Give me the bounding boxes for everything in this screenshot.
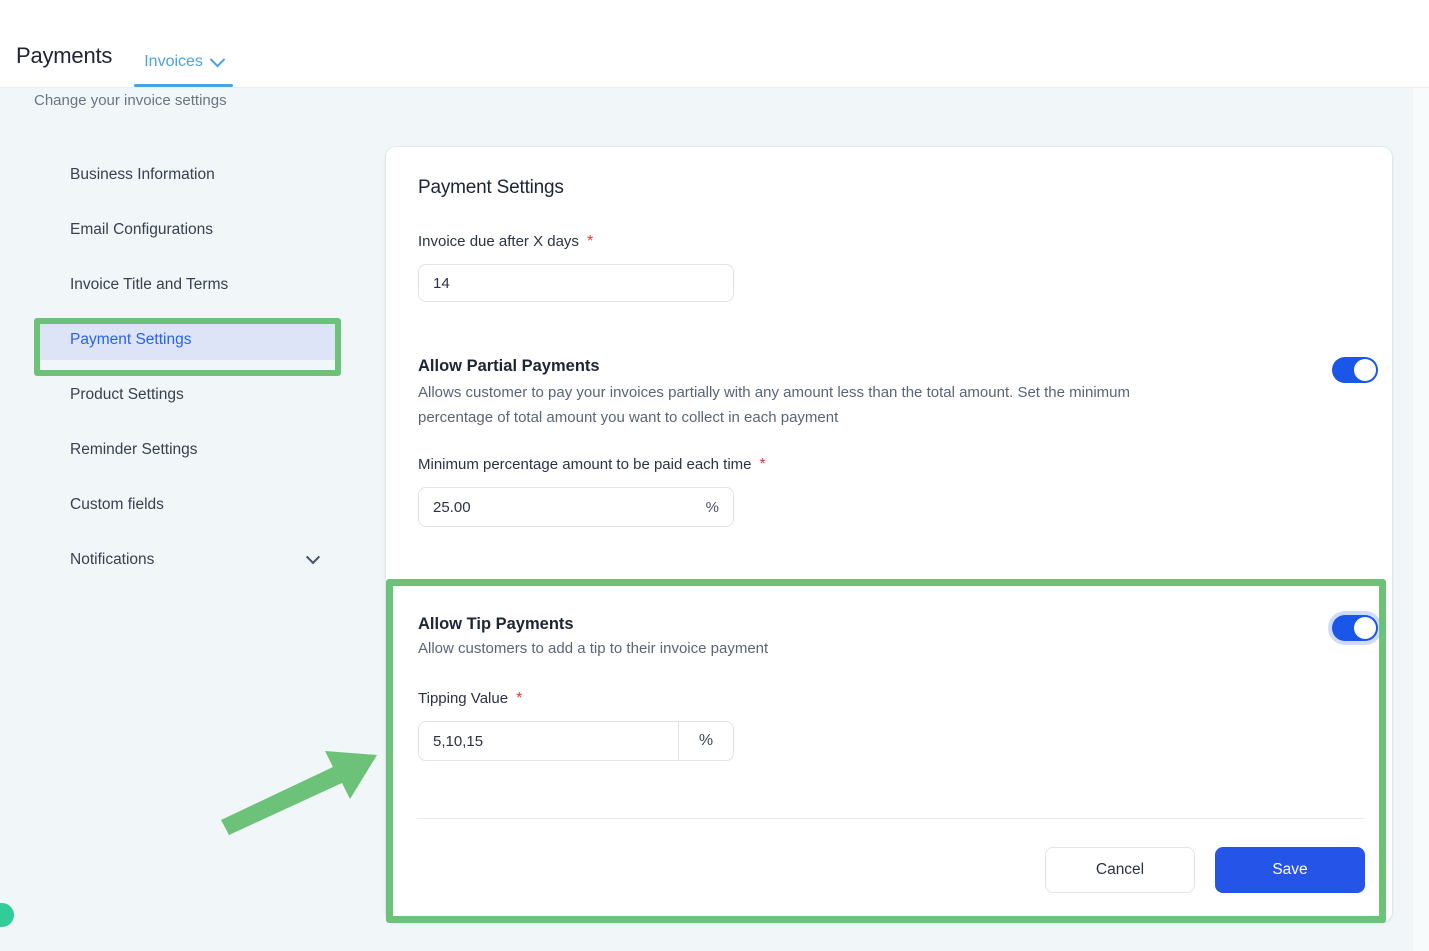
allow-tip-payments-section: Allow Tip Payments Allow customers to ad… bbox=[418, 615, 1378, 761]
sidebar-item-label: Product Settings bbox=[70, 386, 184, 403]
sidebar-item-email-configurations[interactable]: Email Configurations bbox=[36, 210, 340, 250]
page-title: Payments bbox=[16, 43, 113, 68]
allow-tip-payments-heading: Allow Tip Payments bbox=[418, 615, 574, 633]
required-asterisk: * bbox=[759, 455, 766, 473]
minimum-percentage-label-text: Minimum percentage amount to be paid eac… bbox=[418, 456, 752, 473]
invoice-due-days-label-text: Invoice due after X days bbox=[418, 233, 579, 250]
sidebar-item-product-settings[interactable]: Product Settings bbox=[36, 375, 340, 415]
sidebar-item-invoice-title-and-terms[interactable]: Invoice Title and Terms bbox=[36, 265, 340, 305]
percent-suffix: % bbox=[705, 498, 719, 516]
card-title: Payment Settings bbox=[418, 177, 564, 198]
tipping-value-label: Tipping Value * bbox=[418, 690, 1378, 707]
allow-partial-payments-section: Allow Partial Payments Allows customer t… bbox=[418, 357, 1378, 527]
invoice-due-days-value: 14 bbox=[433, 274, 450, 292]
required-asterisk: * bbox=[586, 232, 594, 250]
allow-partial-payments-heading: Allow Partial Payments bbox=[418, 357, 600, 375]
save-button[interactable]: Save bbox=[1215, 847, 1365, 893]
vertical-scrollbar[interactable] bbox=[1412, 88, 1429, 951]
sidebar-item-label: Email Configurations bbox=[70, 221, 214, 238]
cancel-button[interactable]: Cancel bbox=[1045, 847, 1195, 893]
minimum-percentage-value: 25.00 bbox=[433, 498, 471, 516]
page-subtitle: Change your invoice settings bbox=[34, 92, 227, 109]
toggle-knob bbox=[1354, 617, 1376, 639]
invoice-due-days-field-group: Invoice due after X days * 14 bbox=[418, 233, 1378, 302]
card-footer-divider bbox=[417, 818, 1365, 819]
sidebar-item-custom-fields[interactable]: Custom fields bbox=[36, 485, 340, 525]
sidebar-item-business-information[interactable]: Business Information bbox=[36, 155, 340, 195]
sidebar-item-label: Payment Settings bbox=[70, 331, 192, 348]
tab-invoices[interactable]: Invoices bbox=[134, 51, 233, 87]
sidebar-item-label: Custom fields bbox=[70, 496, 164, 513]
minimum-percentage-input[interactable]: 25.00 % bbox=[418, 487, 734, 527]
toggle-knob bbox=[1354, 359, 1376, 381]
allow-partial-payments-description: Allows customer to pay your invoices par… bbox=[418, 384, 1130, 426]
sidebar-item-payment-settings[interactable]: Payment Settings bbox=[36, 320, 340, 360]
minimum-percentage-field-group: Minimum percentage amount to be paid eac… bbox=[418, 456, 1378, 527]
sidebar-item-label: Business Information bbox=[70, 166, 215, 183]
allow-tip-payments-toggle[interactable] bbox=[1332, 615, 1378, 641]
settings-sidebar: Business Information Email Configuration… bbox=[36, 155, 340, 595]
tipping-value-label-text: Tipping Value bbox=[418, 690, 509, 707]
tipping-value-input[interactable]: 5,10,15 bbox=[418, 721, 678, 761]
chevron-down-icon bbox=[209, 51, 226, 67]
minimum-percentage-label: Minimum percentage amount to be paid eac… bbox=[418, 456, 1378, 473]
invoice-due-days-label: Invoice due after X days * bbox=[418, 233, 1378, 250]
sidebar-item-label: Invoice Title and Terms bbox=[70, 276, 229, 293]
sidebar-item-notifications[interactable]: Notifications bbox=[36, 540, 340, 580]
tipping-value-input-group: 5,10,15 % bbox=[418, 721, 734, 761]
allow-tip-payments-description: Allow customers to add a tip to their in… bbox=[418, 640, 769, 657]
required-asterisk: * bbox=[516, 689, 523, 707]
tab-invoices-label: Invoices bbox=[144, 53, 203, 70]
sidebar-item-label: Notifications bbox=[70, 551, 155, 568]
tipping-value-percent-suffix: % bbox=[678, 721, 734, 761]
sidebar-item-reminder-settings[interactable]: Reminder Settings bbox=[36, 430, 340, 470]
invoice-due-days-input[interactable]: 14 bbox=[418, 264, 734, 302]
tipping-value-text: 5,10,15 bbox=[433, 732, 484, 750]
top-bar: Payments Invoices bbox=[0, 0, 1429, 88]
app-root: Payments Invoices Change your invoice se… bbox=[0, 0, 1429, 951]
allow-partial-payments-toggle[interactable] bbox=[1332, 357, 1378, 383]
chevron-down-icon bbox=[305, 550, 321, 565]
tipping-value-field-group: Tipping Value * 5,10,15 % bbox=[418, 690, 1378, 761]
sidebar-item-label: Reminder Settings bbox=[70, 441, 198, 458]
